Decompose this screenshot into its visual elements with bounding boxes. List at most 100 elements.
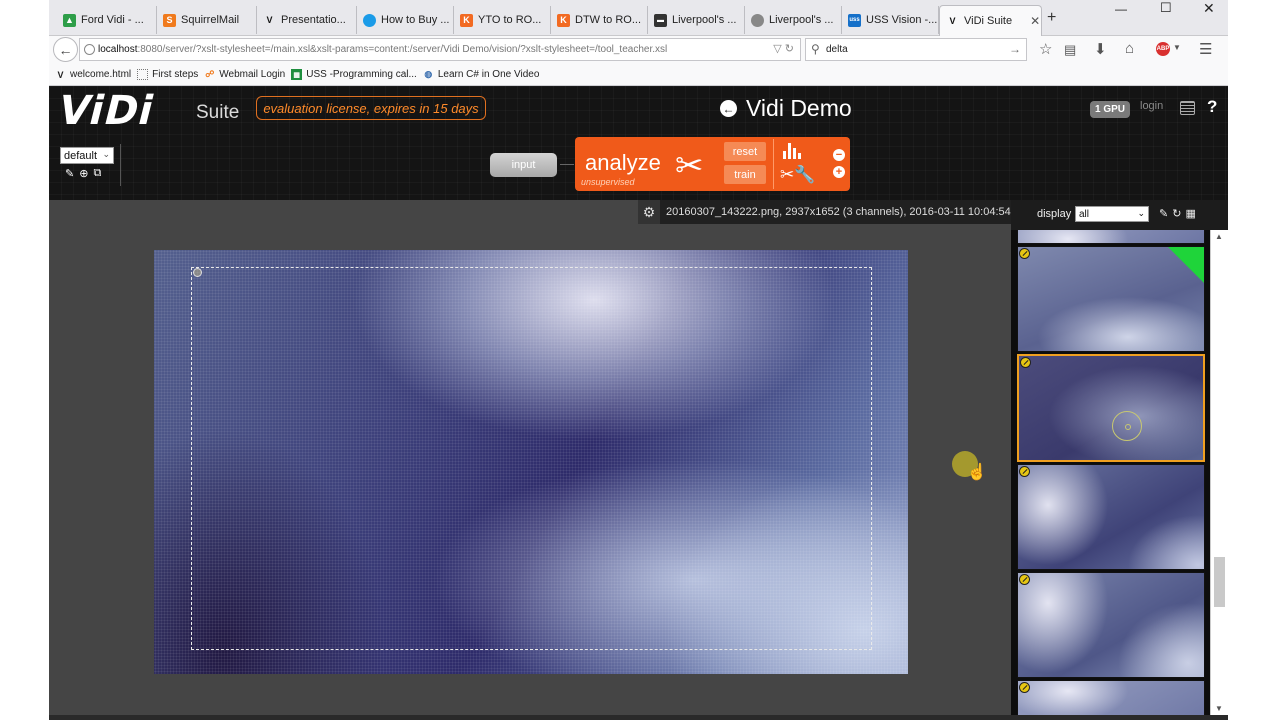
add-tool-icon[interactable]: + — [833, 166, 845, 178]
thumbnail-item[interactable] — [1017, 680, 1205, 715]
new-tab-button[interactable]: + — [1047, 9, 1056, 27]
login-link[interactable]: login — [1140, 100, 1163, 112]
back-circle-icon[interactable]: ← — [720, 100, 737, 117]
tool-mode: unsupervised — [581, 177, 635, 187]
image-viewer[interactable] — [154, 250, 908, 674]
squirrelmail-icon: S — [163, 13, 176, 27]
analyze-tool-box[interactable]: analyze unsupervised ✂ reset train ✂🔧 − … — [575, 137, 850, 191]
vidi-v-icon: V — [949, 16, 956, 26]
search-input[interactable]: ⚲ delta → — [805, 38, 1027, 61]
search-go-icon[interactable]: → — [1009, 42, 1021, 56]
navigation-bar: ← localhost:8080/server/?xslt-stylesheet… — [49, 36, 1228, 64]
sheets-icon: ▦ — [291, 69, 303, 80]
bookmark-webmail-login[interactable]: ☍ Webmail Login — [204, 69, 285, 80]
tools-wrench-icon[interactable]: ✂🔧 — [780, 165, 815, 185]
scroll-thumb[interactable] — [1214, 557, 1225, 607]
edit-pencil-icon[interactable]: ✎ — [1159, 207, 1168, 220]
reload-icon[interactable]: ▽ ↻ — [773, 42, 794, 55]
display-label: display — [1037, 208, 1072, 220]
reading-list-icon[interactable]: ▤ — [1064, 42, 1076, 58]
pencil-badge-icon — [1019, 248, 1030, 259]
tab-how-to-buy[interactable]: How to Buy ... — [357, 6, 454, 34]
google-drive-icon: ▲ — [63, 13, 76, 27]
vidi-v-icon: V — [266, 15, 273, 25]
right-window-strip — [1228, 0, 1280, 720]
hamburger-menu-icon[interactable]: ☰ — [1199, 40, 1212, 58]
tab-yto-to-ro[interactable]: K YTO to RO... — [454, 6, 551, 34]
home-icon[interactable]: ⌂ — [1125, 40, 1134, 57]
bookmark-uss-programming[interactable]: ▦ USS -Programming cal... — [291, 69, 417, 80]
blue-dot-icon — [363, 13, 376, 27]
list-menu-icon[interactable] — [1180, 101, 1195, 115]
tab-dtw-to-ro[interactable]: K DTW to RO... — [551, 6, 648, 34]
display-select[interactable]: all ⌄ — [1075, 206, 1149, 222]
stream-select-value: default — [64, 149, 98, 162]
thumbnail-item[interactable] — [1017, 464, 1205, 570]
tool-divider — [773, 139, 774, 189]
panel-actions: ✎ ↻ ▦ — [1159, 207, 1196, 220]
maximize-window-icon[interactable]: ☐ — [1160, 0, 1172, 16]
thumbnail-item[interactable] — [1017, 572, 1205, 678]
bookmark-welcome[interactable]: V welcome.html — [55, 69, 131, 80]
url-path: :8080/server/?xslt-stylesheet=/main.xsl&… — [137, 44, 668, 55]
back-arrow-icon: ← — [58, 41, 73, 58]
image-info-text: 20160307_143222.png, 2937x1652 (3 channe… — [666, 206, 1011, 218]
roi-rectangle[interactable] — [191, 267, 872, 650]
train-button[interactable]: train — [724, 165, 766, 184]
edit-pencil-icon[interactable]: ✎ — [65, 167, 74, 180]
stream-select[interactable]: default ⌄ — [60, 147, 114, 164]
copy-icon[interactable]: ⧉ — [93, 167, 101, 180]
close-tab-icon[interactable]: ✕ — [1030, 14, 1040, 28]
bookmark-first-steps[interactable]: First steps — [137, 69, 198, 80]
tab-presentation[interactable]: V Presentatio... — [257, 6, 357, 34]
globe-icon: ◍ — [424, 69, 433, 79]
downloads-icon[interactable]: ⬇ — [1094, 40, 1107, 58]
minimize-window-icon[interactable]: — — [1115, 2, 1127, 16]
left-window-strip — [0, 0, 49, 720]
tab-ford-vidi[interactable]: ▲ Ford Vidi - ... — [57, 6, 157, 34]
liverpool-crest-icon — [751, 13, 764, 27]
vidi-logo: ViDi — [53, 88, 160, 134]
close-window-icon[interactable]: ✕ — [1203, 0, 1215, 17]
url-bar[interactable]: localhost:8080/server/?xslt-stylesheet=/… — [79, 38, 801, 61]
histogram-icon[interactable] — [783, 141, 803, 159]
refresh-icon[interactable]: ↻ — [1172, 207, 1181, 220]
vidi-v-icon: V — [57, 69, 64, 80]
search-value: delta — [826, 44, 848, 55]
tab-liverpool-1[interactable]: ▬ Liverpool's ... — [648, 6, 745, 34]
adblock-menu-icon[interactable]: ▼ — [1173, 43, 1181, 52]
input-tool-button[interactable]: input — [490, 153, 557, 177]
liverpool-icon: ▬ — [654, 13, 667, 27]
bottom-strip — [49, 715, 1228, 720]
bookmark-learn-csharp[interactable]: ◍ Learn C# in One Video — [423, 69, 539, 80]
thumbnail-list[interactable] — [1011, 230, 1210, 715]
tool-name: analyze — [585, 150, 661, 175]
site-info-icon[interactable] — [84, 44, 95, 55]
thumbnail-item-selected[interactable] — [1017, 354, 1205, 462]
tab-uss-vision[interactable]: uss USS Vision -... — [842, 6, 939, 34]
thumbnail-scrollbar[interactable]: ▲ ▼ — [1210, 230, 1228, 715]
tab-vidi-suite[interactable]: V ViDi Suite ✕ — [939, 5, 1042, 36]
thumbnail-item[interactable] — [1017, 246, 1205, 352]
target-marker-icon — [1112, 411, 1142, 441]
roi-handle[interactable] — [193, 268, 202, 277]
adblock-icon[interactable]: ABP — [1156, 42, 1170, 56]
gpu-badge: 1 GPU — [1090, 101, 1130, 118]
app-header: ViDi Suite evaluation license, expires i… — [49, 86, 1228, 200]
reset-button[interactable]: reset — [724, 142, 766, 161]
scroll-down-icon[interactable]: ▼ — [1215, 704, 1223, 713]
scissors-icon[interactable]: ✂ — [675, 146, 704, 186]
thumbnail-item[interactable] — [1017, 230, 1205, 244]
grid-view-icon[interactable]: ▦ — [1185, 207, 1195, 220]
scroll-up-icon[interactable]: ▲ — [1215, 232, 1223, 241]
bookmark-star-icon[interactable]: ☆ — [1039, 40, 1052, 58]
pencil-badge-icon — [1019, 574, 1030, 585]
help-icon[interactable]: ? — [1207, 97, 1217, 117]
tab-liverpool-2[interactable]: Liverpool's ... — [745, 6, 842, 34]
hand-cursor-icon: ☝ — [967, 464, 987, 481]
browser-back-button[interactable]: ← — [53, 37, 78, 62]
add-circle-icon[interactable]: ⊕ — [79, 167, 88, 180]
remove-tool-icon[interactable]: − — [833, 149, 845, 161]
gear-icon[interactable]: ⚙ — [638, 200, 660, 224]
tab-squirrelmail[interactable]: S SquirrelMail — [157, 6, 257, 34]
